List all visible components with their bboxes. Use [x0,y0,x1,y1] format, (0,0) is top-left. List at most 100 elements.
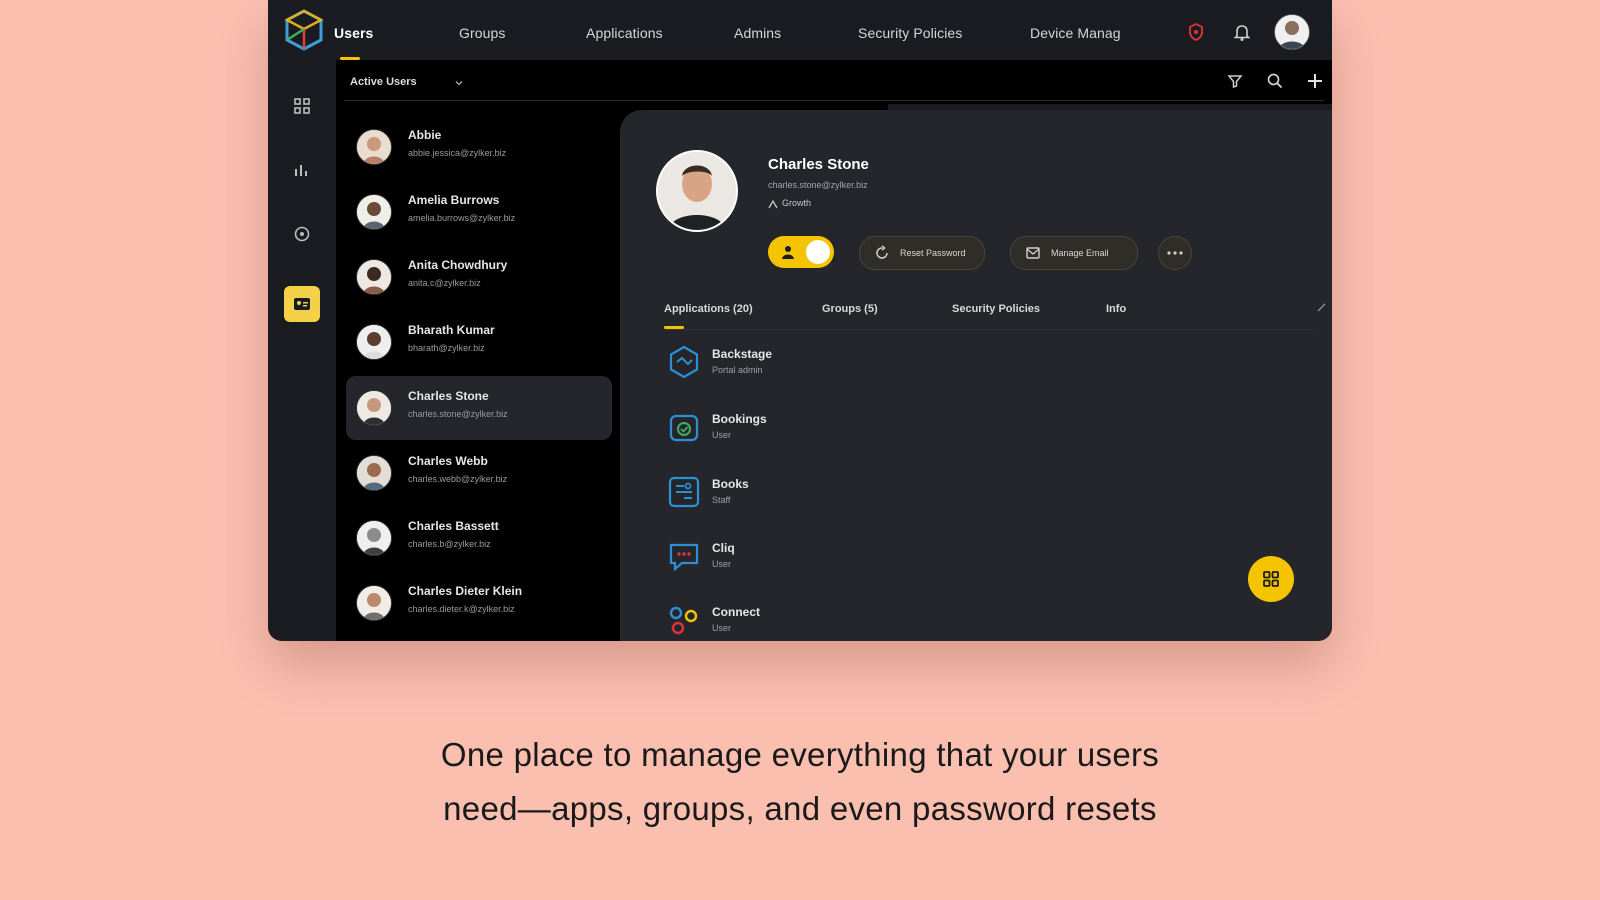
alert-shield-icon[interactable] [1186,22,1206,42]
user-list-item[interactable]: Abbie abbie.jessica@zylker.biz [346,115,612,179]
user-name: Amelia Burrows [408,193,500,207]
nav-tab-security-policies[interactable]: Security Policies [858,25,962,41]
reset-password-button[interactable]: Reset Password [859,236,985,270]
tab-groups[interactable]: Groups (5) [822,303,878,315]
profile-email: charles.stone@zylker.biz [768,180,868,190]
reports-icon[interactable] [292,160,312,180]
app-grid-fab[interactable] [1248,556,1294,602]
search-icon[interactable] [1266,72,1284,90]
user-name: Charles Stone [408,389,489,403]
app-role: User [712,430,732,440]
filter-icon[interactable] [1226,72,1244,90]
user-status-toggle[interactable] [768,236,834,268]
user-avatar [356,520,392,556]
nav-tab-applications[interactable]: Applications [586,25,663,41]
ellipsis-icon [1167,251,1183,255]
user-avatar [356,194,392,230]
user-avatar [356,129,392,165]
more-actions-button[interactable] [1158,236,1192,270]
profile-avatar[interactable] [1274,14,1310,50]
role-icon [768,199,778,209]
user-email: charles.webb@zylker.biz [408,474,508,484]
caption-line-2: need—apps, groups, and even password res… [443,790,1157,827]
user-name: Bharath Kumar [408,323,495,337]
user-name: Charles Webb [408,454,488,468]
app-list-item[interactable]: Cliq User [666,532,966,582]
app-role: User [712,623,732,633]
user-list-item[interactable]: Amelia Burrows amelia.burrows@zylker.biz [346,180,612,244]
app-list-item[interactable]: Bookings User [666,403,966,453]
marketing-caption: One place to manage everything that your… [0,728,1600,836]
cliq-icon [669,543,699,572]
mail-icon [1026,247,1040,259]
books-icon [668,476,700,508]
app-name: Books [712,477,749,491]
app-name: Backstage [712,347,773,361]
app-name: Cliq [712,541,735,555]
top-navigation-bar: Users Groups Applications Admins Securit… [268,0,1332,60]
user-email: charles.b@zylker.biz [408,539,491,549]
user-list-item[interactable]: Charles Bassett charles.b@zylker.biz [346,506,612,570]
caption-line-1: One place to manage everything that your… [440,736,1160,773]
tab-security-policies[interactable]: Security Policies [952,303,1040,315]
profile-role: Growth [782,198,812,208]
directory-nav-item[interactable] [284,286,320,322]
user-avatar [356,455,392,491]
user-email: anita.c@zylker.biz [408,278,481,288]
dashboard-icon[interactable] [292,96,312,116]
chevron-down-icon[interactable] [454,78,464,88]
avatar-image-icon [1275,15,1309,49]
grid-icon [1263,571,1279,587]
user-email: bharath@zylker.biz [408,343,485,353]
left-rail [268,60,336,641]
nav-tab-groups[interactable]: Groups [459,25,506,41]
reset-icon [876,245,888,259]
app-list-item[interactable]: Backstage Portal admin [666,338,966,388]
user-email: abbie.jessica@zylker.biz [408,148,507,158]
user-filter-dropdown[interactable]: Active Users [350,76,417,88]
profile-photo-image-icon [658,152,736,230]
app-role: Portal admin [712,365,763,375]
add-icon[interactable] [1306,72,1324,90]
user-list-item[interactable]: Charles Webb charles.webb@zylker.biz [346,441,612,505]
nav-tab-device-management[interactable]: Device Manag [1030,25,1121,41]
divider [344,100,1324,101]
app-list-item[interactable]: Connect User [666,596,966,641]
user-active-icon [782,246,794,259]
nav-tab-users[interactable]: Users [334,25,373,41]
user-list-item[interactable]: Charles Dieter Klein charles.dieter.k@zy… [346,571,612,635]
tab-applications[interactable]: Applications (20) [664,303,753,315]
profile-photo [656,150,738,232]
app-role: User [712,559,732,569]
manage-email-label: Manage Email [1051,248,1109,258]
security-icon[interactable] [292,224,312,244]
app-window: Users Groups Applications Admins Securit… [268,0,1332,641]
tab-info[interactable]: Info [1106,303,1126,315]
list-toolbar [336,60,1332,104]
edit-icon[interactable] [1316,301,1328,313]
user-email: charles.dieter.k@zylker.biz [408,604,515,614]
user-name: Charles Dieter Klein [408,584,523,598]
directory-icon [294,298,310,310]
reset-password-label: Reset Password [900,248,966,258]
app-logo-icon[interactable] [282,8,326,52]
user-list-item-selected[interactable]: Charles Stone charles.stone@zylker.biz [346,376,612,440]
backstage-icon [669,345,699,379]
app-name: Connect [712,605,760,619]
user-email: charles.stone@zylker.biz [408,409,508,419]
toggle-knob [806,240,830,264]
connect-icon [669,606,698,635]
manage-email-button[interactable]: Manage Email [1010,236,1138,270]
user-email: amelia.burrows@zylker.biz [408,213,516,223]
user-avatar [356,324,392,360]
app-role: Staff [712,495,731,505]
bookings-icon [669,414,699,442]
user-list-item[interactable]: Bharath Kumar bharath@zylker.biz [346,310,612,374]
user-avatar [356,390,392,426]
nav-tab-admins[interactable]: Admins [734,25,781,41]
bell-icon[interactable] [1232,22,1252,42]
profile-name: Charles Stone [768,156,869,173]
user-name: Abbie [408,128,442,142]
user-list-item[interactable]: Anita Chowdhury anita.c@zylker.biz [346,245,612,309]
app-list-item[interactable]: Books Staff [666,468,966,518]
